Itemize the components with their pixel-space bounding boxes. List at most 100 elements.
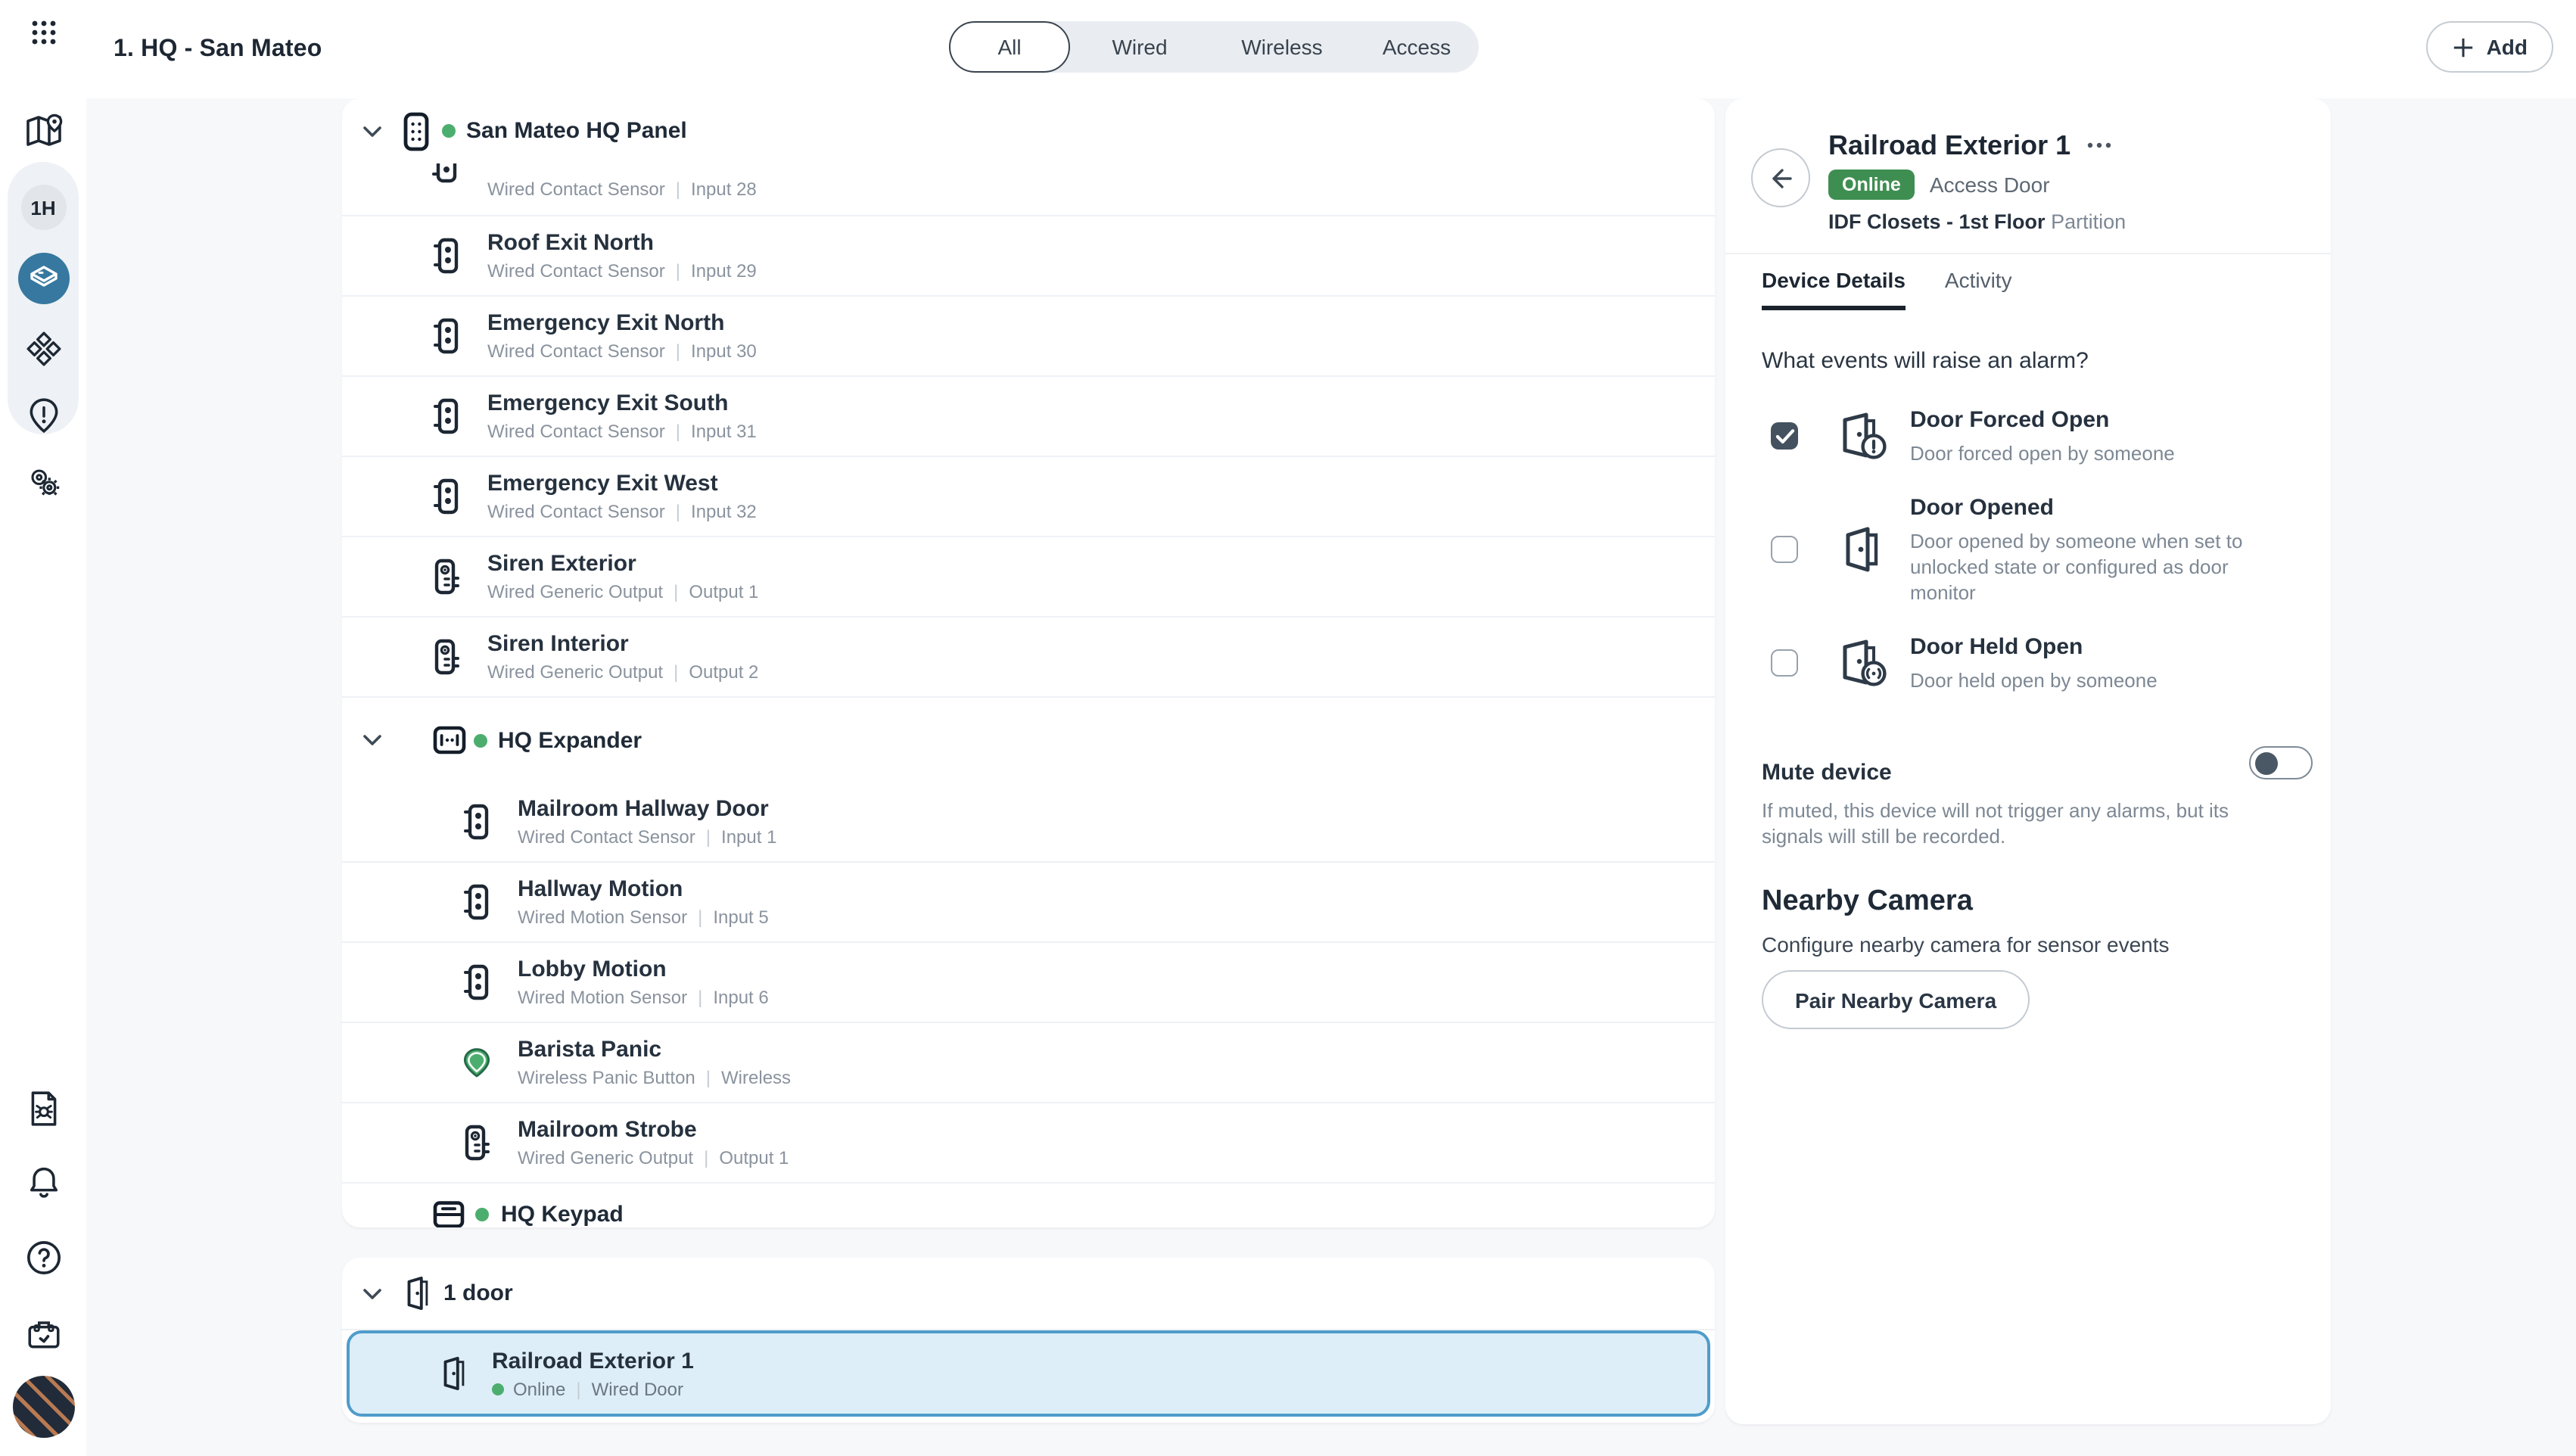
tab-activity[interactable]: Activity (1945, 268, 2012, 310)
chevron-down-icon[interactable] (363, 1287, 381, 1299)
panel-icon (403, 111, 430, 151)
plus-icon (2452, 36, 2475, 58)
device-row[interactable]: Mailroom Strobe Wired Generic Output|Out… (342, 1103, 1715, 1184)
device-subtitle: Online|Wired Door (492, 1378, 694, 1401)
tab-device-details[interactable]: Device Details (1762, 268, 1906, 310)
device-detail-panel: Railroad Exterior 1 Online Access Door I… (1725, 98, 2331, 1424)
device-subtitle: Wired Generic Output|Output 1 (487, 581, 758, 604)
group-row-doors[interactable]: 1 door (342, 1258, 1715, 1330)
device-port: Input 1 (721, 826, 776, 849)
device-row[interactable]: Emergency Exit North Wired Contact Senso… (342, 297, 1715, 377)
device-type: Wired Motion Sensor (518, 907, 687, 929)
device-row[interactable]: Siren Interior Wired Generic Output|Outp… (342, 618, 1715, 698)
device-port: Input 30 (691, 341, 757, 363)
device-port: Output 1 (719, 1147, 789, 1170)
contact-sensor-icon (430, 477, 463, 516)
device-subtitle: Wired Contact Sensor|Input 28 (487, 179, 757, 201)
group-label: HQ Expander (498, 727, 642, 753)
separator: | (704, 1147, 708, 1170)
door-forced-open-icon (1836, 410, 1887, 462)
partition-name: IDF Closets - 1st Floor (1828, 210, 2046, 233)
contact-sensor-icon (430, 236, 463, 275)
device-subtitle: Wired Motion Sensor|Input 6 (518, 987, 769, 1010)
device-row[interactable]: Hallway Motion Wired Motion Sensor|Input… (342, 863, 1715, 943)
report-bug-icon[interactable] (24, 1090, 62, 1128)
checkbox-checked[interactable] (1771, 422, 1798, 450)
device-title: Roof Exit North (487, 229, 757, 257)
back-button[interactable] (1751, 148, 1810, 207)
device-port: Input 28 (691, 179, 757, 201)
status-dot (475, 1208, 489, 1221)
device-port: Input 29 (691, 260, 757, 283)
device-port: Input 32 (691, 501, 757, 524)
device-subtitle: Wired Motion Sensor|Input 5 (518, 907, 769, 929)
door-held-open-icon (1836, 637, 1887, 689)
separator: | (706, 826, 711, 849)
separator: | (674, 661, 678, 684)
site-badge[interactable]: 1H (20, 185, 66, 230)
device-type: Wired Door (592, 1378, 683, 1401)
app-window: 1. HQ - San Mateo All Wired Wireless Acc… (0, 0, 2576, 1456)
header-divider (1725, 253, 2331, 254)
app-switcher-icon[interactable] (29, 18, 58, 47)
separator: | (676, 421, 680, 443)
device-row[interactable]: Emergency Exit West Wired Contact Sensor… (342, 457, 1715, 537)
contact-sensor-icon (430, 397, 463, 436)
user-avatar[interactable] (12, 1376, 74, 1438)
notifications-icon[interactable] (24, 1164, 62, 1202)
device-type: Wired Contact Sensor (487, 341, 665, 363)
pair-nearby-camera-button[interactable]: Pair Nearby Camera (1762, 970, 2030, 1029)
event-row-door-forced-open: Door Forced Open Door forced open by som… (1762, 406, 2294, 466)
separator: | (576, 1378, 580, 1401)
separator: | (676, 501, 680, 524)
device-port: Output 2 (689, 661, 758, 684)
alerts-icon[interactable] (24, 397, 62, 434)
chevron-down-icon[interactable] (363, 125, 381, 137)
device-row[interactable]: Mailroom Hallway Door Wired Contact Sens… (342, 782, 1715, 863)
event-title: Door Forced Open (1910, 406, 2175, 436)
sidebar: 1H (0, 0, 86, 1456)
group-label: San Mateo HQ Panel (466, 118, 687, 144)
device-row[interactable]: Roof Exit North Wired Contact Sensor|Inp… (342, 216, 1715, 297)
device-row[interactable]: Lobby Motion Wired Motion Sensor|Input 6 (342, 943, 1715, 1023)
group-row-keypad[interactable]: HQ Keypad (342, 1184, 1715, 1227)
tab-access[interactable]: Access (1355, 21, 1479, 73)
group-row-panel[interactable]: San Mateo HQ Panel (342, 98, 1715, 163)
chevron-down-icon[interactable] (363, 734, 381, 746)
checkbox-unchecked[interactable] (1771, 536, 1798, 563)
add-button[interactable]: Add (2426, 21, 2553, 73)
device-subtitle: Wired Generic Output|Output 1 (518, 1147, 789, 1170)
group-row-expander[interactable]: HQ Expander (342, 698, 1715, 782)
integrations-icon[interactable] (24, 330, 62, 368)
tab-all[interactable]: All (949, 21, 1070, 73)
event-row-door-opened: Door Opened Door opened by someone when … (1762, 493, 2294, 605)
map-icon[interactable] (23, 110, 64, 151)
device-row[interactable]: Barista Panic Wireless Panic Button|Wire… (342, 1023, 1715, 1103)
tab-wireless[interactable]: Wireless (1209, 21, 1355, 73)
nearby-camera-heading: Nearby Camera (1762, 885, 1973, 919)
device-title: Siren Exterior (487, 549, 758, 578)
tab-wired[interactable]: Wired (1070, 21, 1209, 73)
door-opened-icon (1836, 524, 1887, 575)
device-port: Output 1 (689, 581, 758, 604)
device-row[interactable]: Siren Exterior Wired Generic Output|Outp… (342, 537, 1715, 618)
checkbox-unchecked[interactable] (1771, 649, 1798, 677)
device-row[interactable]: Emergency Exit South Wired Contact Senso… (342, 377, 1715, 457)
device-settings-icon[interactable] (24, 463, 62, 501)
device-type: Wired Contact Sensor (487, 179, 665, 201)
door-row-selected[interactable]: Railroad Exterior 1 Online|Wired Door (347, 1330, 1710, 1417)
alarm-devices-icon[interactable] (17, 253, 69, 304)
device-port: Wireless (721, 1067, 791, 1090)
device-port: Input 31 (691, 421, 757, 443)
overflow-menu-icon[interactable] (2086, 141, 2113, 150)
device-subtitle: Wired Contact Sensor|Input 29 (487, 260, 757, 283)
help-icon[interactable] (23, 1238, 63, 1277)
device-row-partial[interactable]: Wired Contact Sensor|Input 28 (342, 163, 1715, 216)
event-title: Door Opened (1910, 493, 2270, 524)
toolbox-icon[interactable] (24, 1315, 62, 1353)
device-type: Wired Motion Sensor (518, 987, 687, 1010)
door-icon (442, 1356, 466, 1391)
device-title: Siren Interior (487, 630, 758, 658)
wireless-panic-icon (460, 1044, 493, 1081)
mute-toggle[interactable] (2249, 746, 2313, 779)
